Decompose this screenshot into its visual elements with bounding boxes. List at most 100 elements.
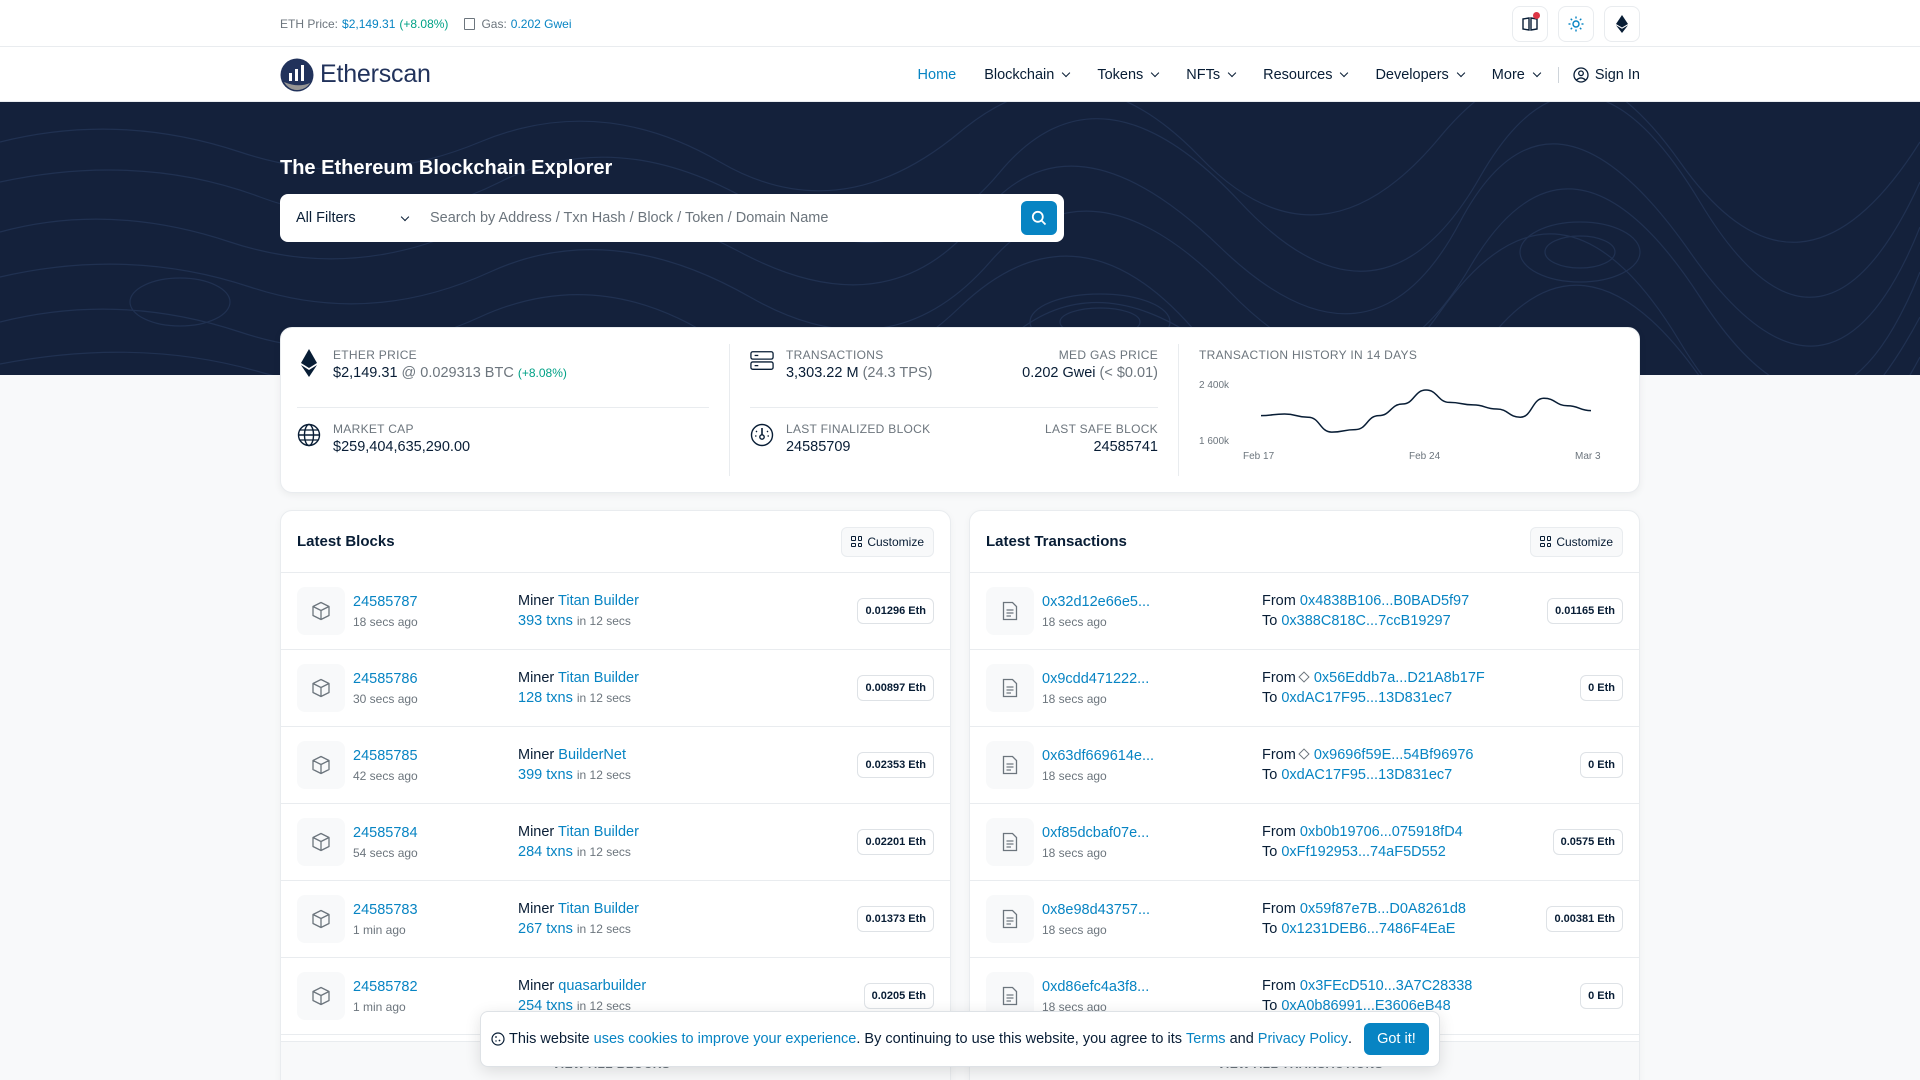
miner-link[interactable]: Titan Builder — [558, 901, 639, 917]
search-icon — [1031, 210, 1047, 226]
privacy-policy-link[interactable]: Privacy Policy — [1258, 1031, 1348, 1047]
nav-item-tokens[interactable]: Tokens — [1083, 67, 1172, 83]
transactions-value[interactable]: 3,303.22 M — [786, 365, 859, 381]
block-duration: in 12 secs — [576, 691, 631, 705]
from-address-link[interactable]: 0x59f87e7B...D0A8261d8 — [1300, 901, 1466, 917]
last-finalized-value[interactable]: 24585709 — [786, 439, 931, 455]
txn-hash-link[interactable]: 0xd86efc4a3f8... — [1042, 979, 1149, 995]
data-point[interactable] — [1302, 411, 1314, 423]
theme-toggle-button[interactable] — [1558, 5, 1594, 42]
block-icon-wrap — [297, 587, 345, 635]
search-input[interactable] — [424, 210, 1021, 226]
search-filter-select[interactable]: All Filters — [280, 210, 424, 226]
data-point[interactable] — [1255, 410, 1267, 422]
from-address-link[interactable]: 0x9696f59E...54Bf96976 — [1314, 747, 1474, 763]
filter-label: All Filters — [296, 210, 356, 226]
nav-item-blockchain[interactable]: Blockchain — [970, 67, 1083, 83]
miner-link[interactable]: Titan Builder — [558, 670, 639, 686]
txns-link[interactable]: 393 txns — [518, 613, 573, 629]
search-button[interactable] — [1021, 201, 1057, 235]
block-miner-info: Miner BuilderNet 399 txns in 12 secs — [518, 747, 857, 783]
cookie-policy-link[interactable]: uses cookies to improve your experience — [594, 1031, 857, 1047]
to-address-link[interactable]: 0x388C818C...7ccB19297 — [1281, 613, 1450, 629]
miner-link[interactable]: BuilderNet — [558, 747, 626, 763]
sign-in-link[interactable]: Sign In — [1563, 67, 1640, 83]
data-point[interactable] — [1585, 405, 1597, 417]
latest-blocks-panel: Latest Blocks Customize 24585787 18 secs … — [280, 510, 951, 1080]
data-point[interactable] — [1514, 411, 1526, 423]
block-number-link[interactable]: 24585783 — [353, 902, 418, 918]
data-point[interactable] — [1561, 400, 1573, 412]
txns-link[interactable]: 284 txns — [518, 844, 573, 860]
block-number-link[interactable]: 24585784 — [353, 825, 418, 841]
block-number-link[interactable]: 24585782 — [353, 979, 418, 995]
data-point[interactable] — [1444, 396, 1456, 408]
block-number-link[interactable]: 24585785 — [353, 748, 418, 764]
txn-hash-link[interactable]: 0xf85dcbaf07e... — [1042, 825, 1149, 841]
med-gas-value[interactable]: 0.202 Gwei — [1022, 365, 1095, 381]
nav-item-resources[interactable]: Resources — [1249, 67, 1361, 83]
y-tick-label: 1 600k — [1199, 436, 1230, 447]
from-address-link[interactable]: 0x4838B106...B0BAD5f97 — [1300, 593, 1469, 609]
txn-time: 18 secs ago — [1042, 768, 1107, 783]
from-address-link[interactable]: 0x3FEcD510...3A7C28338 — [1300, 978, 1473, 994]
ether-price-value[interactable]: $2,149.31 — [333, 365, 398, 381]
txns-link[interactable]: 399 txns — [518, 767, 573, 783]
miner-link[interactable]: quasarbuilder — [558, 978, 646, 994]
txn-hash-link[interactable]: 0x9cdd471222... — [1042, 671, 1149, 687]
ether-price-row: ETHER PRICE $2,149.31 @ 0.029313 BTC (+8… — [297, 344, 709, 408]
eth-price-value[interactable]: $2,149.31 — [342, 17, 395, 31]
book-button[interactable] — [1512, 5, 1548, 42]
to-address-link[interactable]: 0xdAC17F95...13D831ec7 — [1281, 767, 1452, 783]
last-safe-value[interactable]: 24585741 — [1045, 439, 1158, 455]
data-point[interactable] — [1396, 398, 1408, 410]
data-point[interactable] — [1467, 399, 1479, 411]
miner-label: Miner — [518, 747, 555, 763]
from-label: From — [1262, 670, 1296, 686]
txns-count: 267 — [518, 921, 543, 937]
data-point[interactable] — [1538, 392, 1550, 404]
data-point[interactable] — [1373, 410, 1385, 422]
nav-item-nfts[interactable]: NFTs — [1172, 67, 1249, 83]
txn-hash-link[interactable]: 0x32d12e66e5... — [1042, 594, 1150, 610]
ether-price-btc: @ 0.029313 BTC — [401, 365, 514, 381]
etherscan-logo[interactable]: Etherscan — [280, 58, 431, 92]
block-number-link[interactable]: 24585786 — [353, 671, 418, 687]
block-time: 18 secs ago — [353, 614, 418, 629]
data-point[interactable] — [1326, 426, 1338, 438]
gas-value[interactable]: 0.202 Gwei — [511, 17, 572, 31]
nav-item-developers[interactable]: Developers — [1361, 67, 1477, 83]
data-point[interactable] — [1420, 384, 1432, 396]
logo-text: Etherscan — [320, 60, 431, 88]
nav-item-home[interactable]: Home — [904, 67, 971, 83]
nav-item-label: Blockchain — [984, 66, 1055, 83]
from-address-link[interactable]: 0x56Eddb7a...D21A8b17F — [1314, 670, 1485, 686]
customize-label: Customize — [867, 534, 924, 549]
from-address-link[interactable]: 0xb0b19706...075918fD4 — [1300, 824, 1463, 840]
customize-button[interactable]: Customize — [1530, 526, 1623, 557]
txns-link[interactable]: 128 txns — [518, 690, 573, 706]
transaction-row: 0x32d12e66e5... 18 secs ago From 0x4838B10… — [970, 573, 1639, 650]
txn-info: 0x63df669614e... 18 secs ago — [1042, 748, 1262, 783]
terms-link[interactable]: Terms — [1186, 1031, 1225, 1047]
network-button[interactable] — [1604, 5, 1640, 42]
nav-item-more[interactable]: More — [1478, 67, 1554, 83]
miner-link[interactable]: Titan Builder — [558, 824, 639, 840]
gauge-icon — [750, 423, 774, 447]
txns-link[interactable]: 267 txns — [518, 921, 573, 937]
data-point[interactable] — [1349, 424, 1361, 436]
transaction-history-chart[interactable]: 2 400k 1 600k Feb 17 Feb 24 Mar 3 — [1199, 364, 1619, 474]
got-it-button[interactable]: Got it! — [1364, 1023, 1429, 1055]
to-address-link[interactable]: 0x1231DEB6...7486F4EaE — [1281, 921, 1455, 937]
to-address-link[interactable]: 0xFf192953...74aF5D552 — [1281, 844, 1445, 860]
miner-link[interactable]: Titan Builder — [558, 593, 639, 609]
txn-hash-link[interactable]: 0x63df669614e... — [1042, 748, 1154, 764]
customize-button[interactable]: Customize — [841, 526, 934, 557]
block-number-link[interactable]: 24585787 — [353, 594, 418, 610]
txn-icon-wrap — [986, 664, 1034, 712]
to-label: To — [1262, 767, 1278, 783]
txn-hash-link[interactable]: 0x8e98d43757... — [1042, 902, 1150, 918]
data-point[interactable] — [1491, 403, 1503, 415]
to-address-link[interactable]: 0xdAC17F95...13D831ec7 — [1281, 690, 1452, 706]
data-point[interactable] — [1279, 408, 1291, 420]
